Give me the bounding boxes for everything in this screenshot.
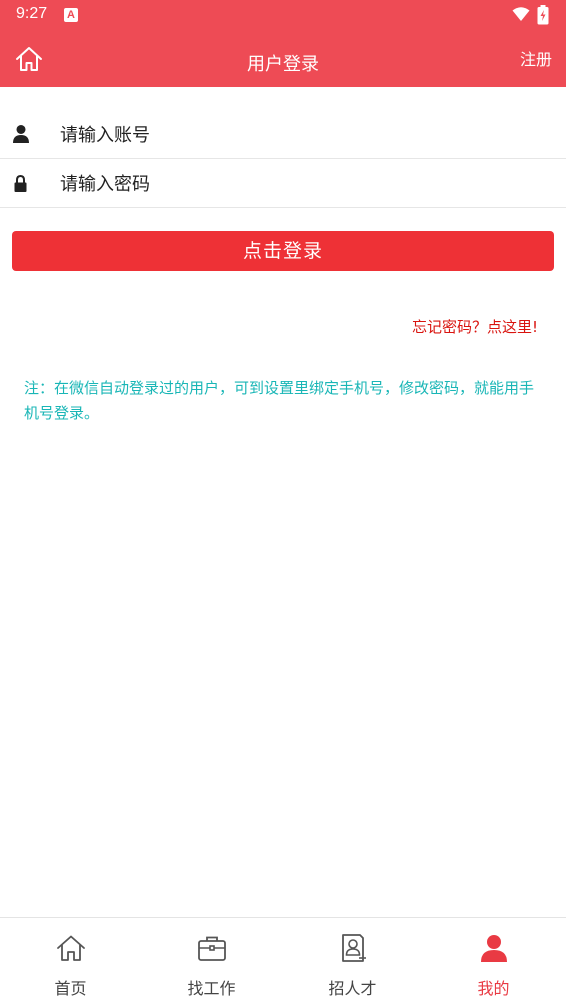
status-time: 9:27 bbox=[16, 5, 48, 22]
lock-icon bbox=[12, 173, 32, 193]
wifi-icon bbox=[512, 6, 530, 26]
login-note: 注：在微信自动登录过的用户，可到设置里绑定手机号，修改密码，就能用手机号登录。 bbox=[24, 379, 535, 422]
user-icon bbox=[481, 935, 507, 962]
status-bar: 9:27 A bbox=[0, 0, 566, 30]
tab-mine[interactable]: 我的 bbox=[423, 918, 564, 1008]
tab-find-job[interactable]: 找工作 bbox=[141, 918, 282, 1008]
battery-icon bbox=[537, 5, 549, 29]
tab-label: 找工作 bbox=[187, 979, 236, 998]
home-icon bbox=[57, 935, 85, 961]
page-title: 用户登录 bbox=[247, 54, 319, 75]
tab-recruit-talent[interactable]: 招人才 bbox=[282, 918, 423, 1008]
register-button[interactable]: 注册 bbox=[520, 46, 552, 70]
tab-label: 招人才 bbox=[328, 979, 377, 998]
resume-icon bbox=[342, 934, 366, 962]
password-input[interactable] bbox=[60, 167, 540, 201]
tab-home[interactable]: 首页 bbox=[0, 918, 141, 1008]
forgot-password-link[interactable]: 忘记密码？点这里! bbox=[412, 316, 538, 337]
tab-label: 我的 bbox=[477, 979, 510, 998]
title-bar: 用户登录 注册 bbox=[0, 30, 566, 87]
notification-a-icon: A bbox=[64, 8, 78, 22]
briefcase-icon bbox=[198, 936, 226, 961]
account-row bbox=[0, 110, 566, 159]
account-input[interactable] bbox=[60, 118, 540, 152]
bottom-tab-bar: 首页 找工作 招人才 我的 bbox=[0, 917, 566, 1008]
login-button[interactable]: 点击登录 bbox=[12, 231, 554, 271]
password-row bbox=[0, 159, 566, 208]
user-icon bbox=[12, 124, 32, 144]
tab-label: 首页 bbox=[54, 979, 87, 998]
